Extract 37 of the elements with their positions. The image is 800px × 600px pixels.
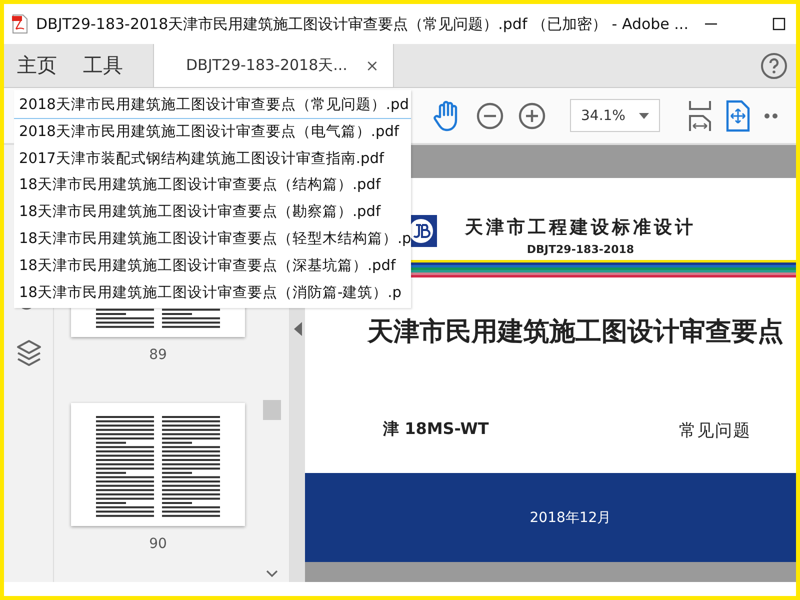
file-list-item[interactable]: 2018天津市民用建筑施工图设计审查要点（电气篇）.pdf xyxy=(14,118,412,146)
help-icon[interactable] xyxy=(760,52,788,80)
document-tab-label[interactable]: DBJT29-183-2018天... xyxy=(186,56,348,75)
publisher-name: 天津市工程建设标准设计 xyxy=(465,216,696,239)
window-title: DBJT29-183-2018天津市民用建筑施工图设计审查要点（常见问题）.pdf （已加密） - Adobe ... xyxy=(36,14,688,34)
close-tab-button[interactable]: × xyxy=(365,56,379,75)
page-number: 90 xyxy=(149,536,167,552)
collapse-arrow-icon[interactable] xyxy=(294,322,302,336)
file-list-item[interactable]: 18天津市民用建筑施工图设计审查要点（深基坑篇）.pdf xyxy=(14,252,412,280)
maximize-icon[interactable] xyxy=(772,17,786,31)
scroll-down-icon[interactable] xyxy=(266,570,278,578)
file-list-item[interactable]: 2017天津市装配式钢结构建筑施工图设计审查指南.pdf xyxy=(14,146,412,172)
document-tab[interactable]: DBJT29-183-2018天... × xyxy=(153,44,394,87)
caret-icon xyxy=(639,112,649,118)
file-list-item[interactable]: 2018天津市民用建筑施工图设计审查要点（常见问题）.pd xyxy=(14,92,412,119)
pdf-file-icon xyxy=(12,14,28,34)
fit-width-icon[interactable] xyxy=(688,100,712,132)
zoom-out-icon[interactable] xyxy=(476,102,504,130)
layers-icon[interactable] xyxy=(16,339,42,367)
standard-code: DBJT29-183-2018 xyxy=(526,243,634,256)
page-number: 89 xyxy=(149,347,167,363)
document-title: 天津市民用建筑施工图设计审查要点 xyxy=(366,316,784,348)
file-list-item[interactable]: 18天津市民用建筑施工图设计审查要点（结构篇）.pdf xyxy=(14,172,412,200)
file-list-item[interactable]: 18天津市民用建筑施工图设计审查要点（消防篇-建筑）.p xyxy=(14,280,412,306)
menu-tab[interactable]: 主页 xyxy=(4,44,70,87)
scrollbar-thumb[interactable] xyxy=(263,400,281,420)
more-icon[interactable] xyxy=(764,112,778,118)
series-code: 津 18MS-WT xyxy=(383,418,489,440)
zoom-dropdown[interactable]: 34.1% xyxy=(570,99,660,132)
zoom-in-icon[interactable] xyxy=(518,102,546,130)
file-list-item[interactable]: 18天津市民用建筑施工图设计审查要点（轻型木结构篇）.p xyxy=(14,226,412,253)
fit-page-icon[interactable] xyxy=(726,100,750,132)
file-list-item[interactable]: 18天津市民用建筑施工图设计审查要点（勘察篇）.pdf xyxy=(14,199,412,226)
menu-tab[interactable]: 工具 xyxy=(70,44,136,87)
document-subtitle: 常见问题 xyxy=(679,420,751,442)
page-thumbnail[interactable] xyxy=(71,403,245,526)
publish-date: 2018年12月 xyxy=(530,508,612,526)
